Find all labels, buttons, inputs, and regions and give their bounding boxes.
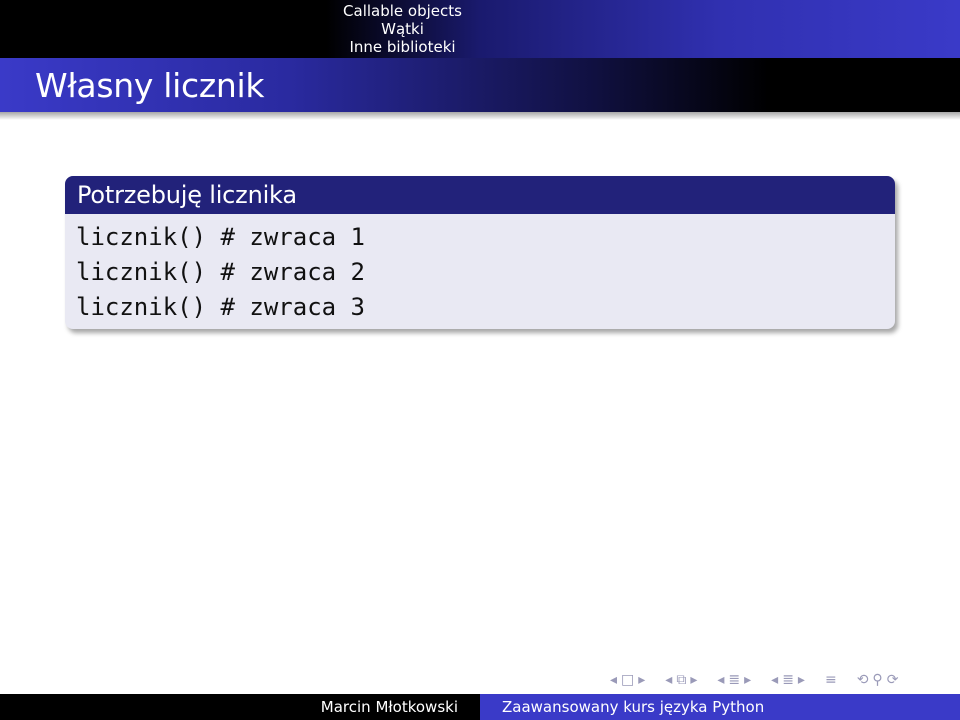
footer-author-bar: Marcin Młotkowski bbox=[0, 694, 480, 720]
footer-author: Marcin Młotkowski bbox=[320, 698, 458, 716]
footer-course-title: Zaawansowany kurs języka Python bbox=[502, 698, 765, 716]
section-icon[interactable]: ≣ bbox=[782, 672, 794, 688]
nav-section-watki[interactable]: Wątki bbox=[300, 20, 505, 38]
arrow-left-icon[interactable]: ◂ bbox=[771, 672, 778, 688]
search-icon[interactable]: ⟲ bbox=[857, 672, 869, 688]
forward-icon[interactable]: ⟳ bbox=[887, 672, 899, 688]
nav-section-callable-objects[interactable]: Callable objects bbox=[300, 2, 505, 20]
navigation-symbols: ◂ □ ▸ ◂ ⧉ ▸ ◂ ≣ ▸ ◂ ≣ ▸ ≡ ⟲ ⚲ ⟳ bbox=[610, 670, 898, 690]
content-block: Potrzebuję licznika licznik() # zwraca 1… bbox=[65, 176, 895, 329]
section-list: Callable objects Wątki Inne biblioteki bbox=[0, 2, 480, 56]
code-line: licznik() # zwraca 1 bbox=[76, 223, 365, 251]
arrow-right-icon[interactable]: ▸ bbox=[744, 672, 751, 688]
arrow-right-icon[interactable]: ▸ bbox=[798, 672, 805, 688]
header-shadow bbox=[0, 112, 960, 120]
back-icon[interactable]: ⚲ bbox=[872, 672, 882, 688]
arrow-left-icon[interactable]: ◂ bbox=[717, 672, 724, 688]
arrow-right-icon[interactable]: ▸ bbox=[690, 672, 697, 688]
arrow-left-icon[interactable]: ◂ bbox=[610, 672, 617, 688]
code-line: licznik() # zwraca 2 bbox=[76, 258, 365, 286]
arrow-left-icon[interactable]: ◂ bbox=[665, 672, 672, 688]
code-line: licznik() # zwraca 3 bbox=[76, 293, 365, 321]
align-icon[interactable]: ≡ bbox=[825, 672, 837, 688]
arrow-right-icon[interactable]: ▸ bbox=[638, 672, 645, 688]
section-icon[interactable]: ≣ bbox=[728, 672, 740, 688]
subsection-icon[interactable]: ⧉ bbox=[676, 672, 686, 688]
frame-title: Własny licznik bbox=[35, 66, 265, 105]
block-title: Potrzebuję licznika bbox=[65, 176, 895, 214]
header-navigation-bar: Callable objects Wątki Inne biblioteki bbox=[0, 0, 960, 58]
footer-title-bar: Zaawansowany kurs języka Python bbox=[480, 694, 960, 720]
frame-icon[interactable]: □ bbox=[621, 672, 634, 688]
nav-section-inne-biblioteki[interactable]: Inne biblioteki bbox=[300, 38, 505, 56]
block-body: licznik() # zwraca 1 licznik() # zwraca … bbox=[65, 214, 895, 325]
